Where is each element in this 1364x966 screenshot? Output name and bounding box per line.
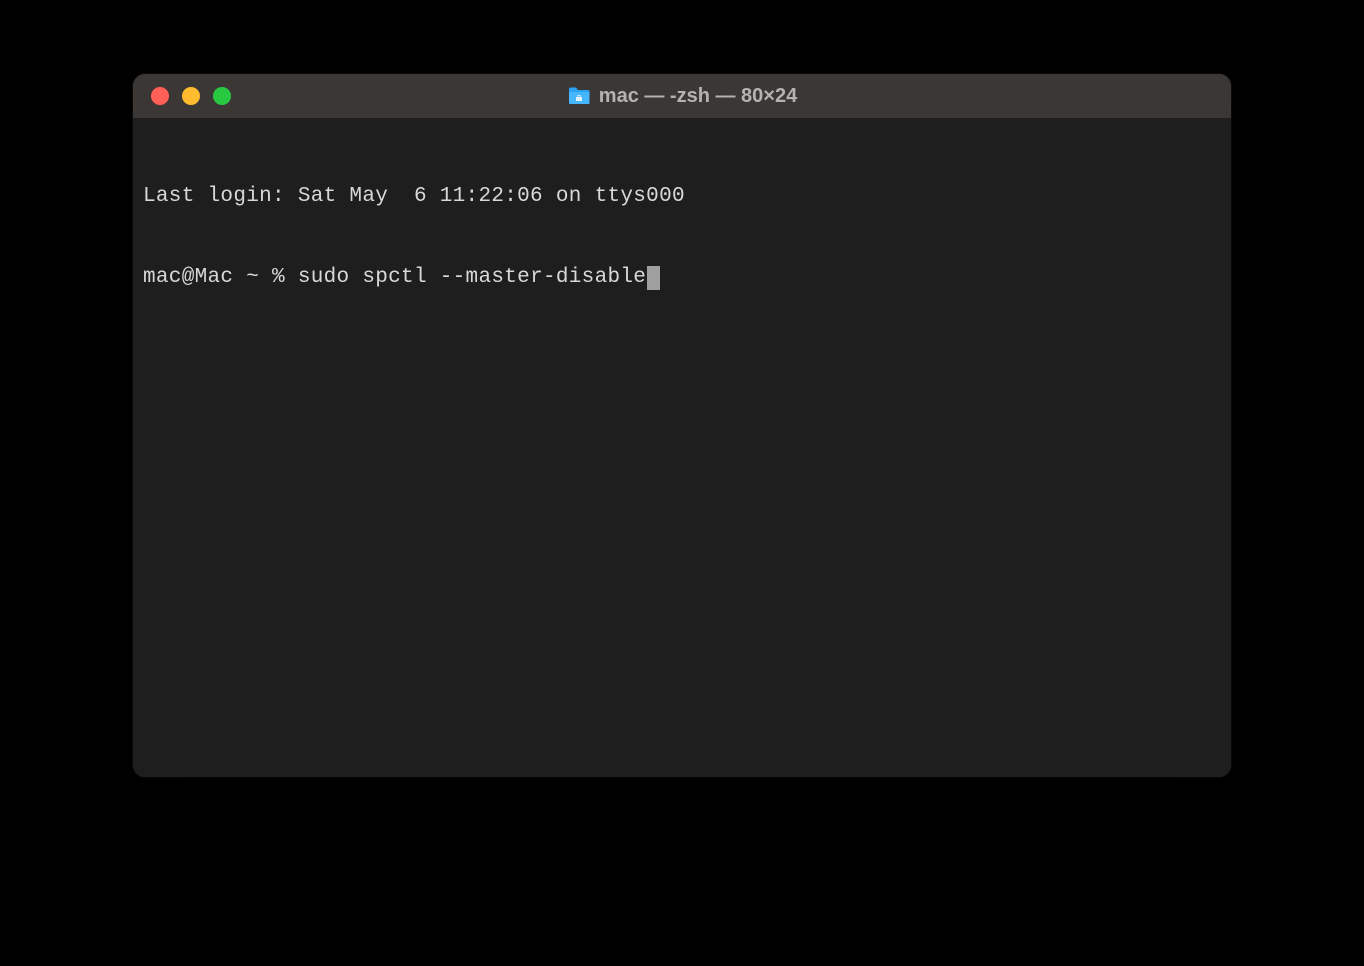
minimize-button[interactable] — [182, 87, 200, 105]
shell-prompt: mac@Mac ~ % — [143, 264, 298, 291]
cursor — [647, 266, 660, 290]
window-title-group: mac — -zsh — 80×24 — [567, 85, 797, 108]
close-button[interactable] — [151, 87, 169, 105]
terminal-window: mac — -zsh — 80×24 Last login: Sat May 6… — [133, 74, 1231, 777]
prompt-line: mac@Mac ~ % sudo spctl --master-disable — [143, 264, 1221, 291]
terminal-body[interactable]: Last login: Sat May 6 11:22:06 on ttys00… — [133, 118, 1231, 777]
titlebar[interactable]: mac — -zsh — 80×24 — [133, 74, 1231, 118]
last-login-line: Last login: Sat May 6 11:22:06 on ttys00… — [143, 183, 1221, 210]
command-input[interactable]: sudo spctl --master-disable — [298, 264, 646, 291]
folder-icon — [567, 86, 591, 106]
window-title: mac — -zsh — 80×24 — [599, 85, 797, 108]
maximize-button[interactable] — [213, 87, 231, 105]
traffic-lights — [151, 87, 231, 105]
